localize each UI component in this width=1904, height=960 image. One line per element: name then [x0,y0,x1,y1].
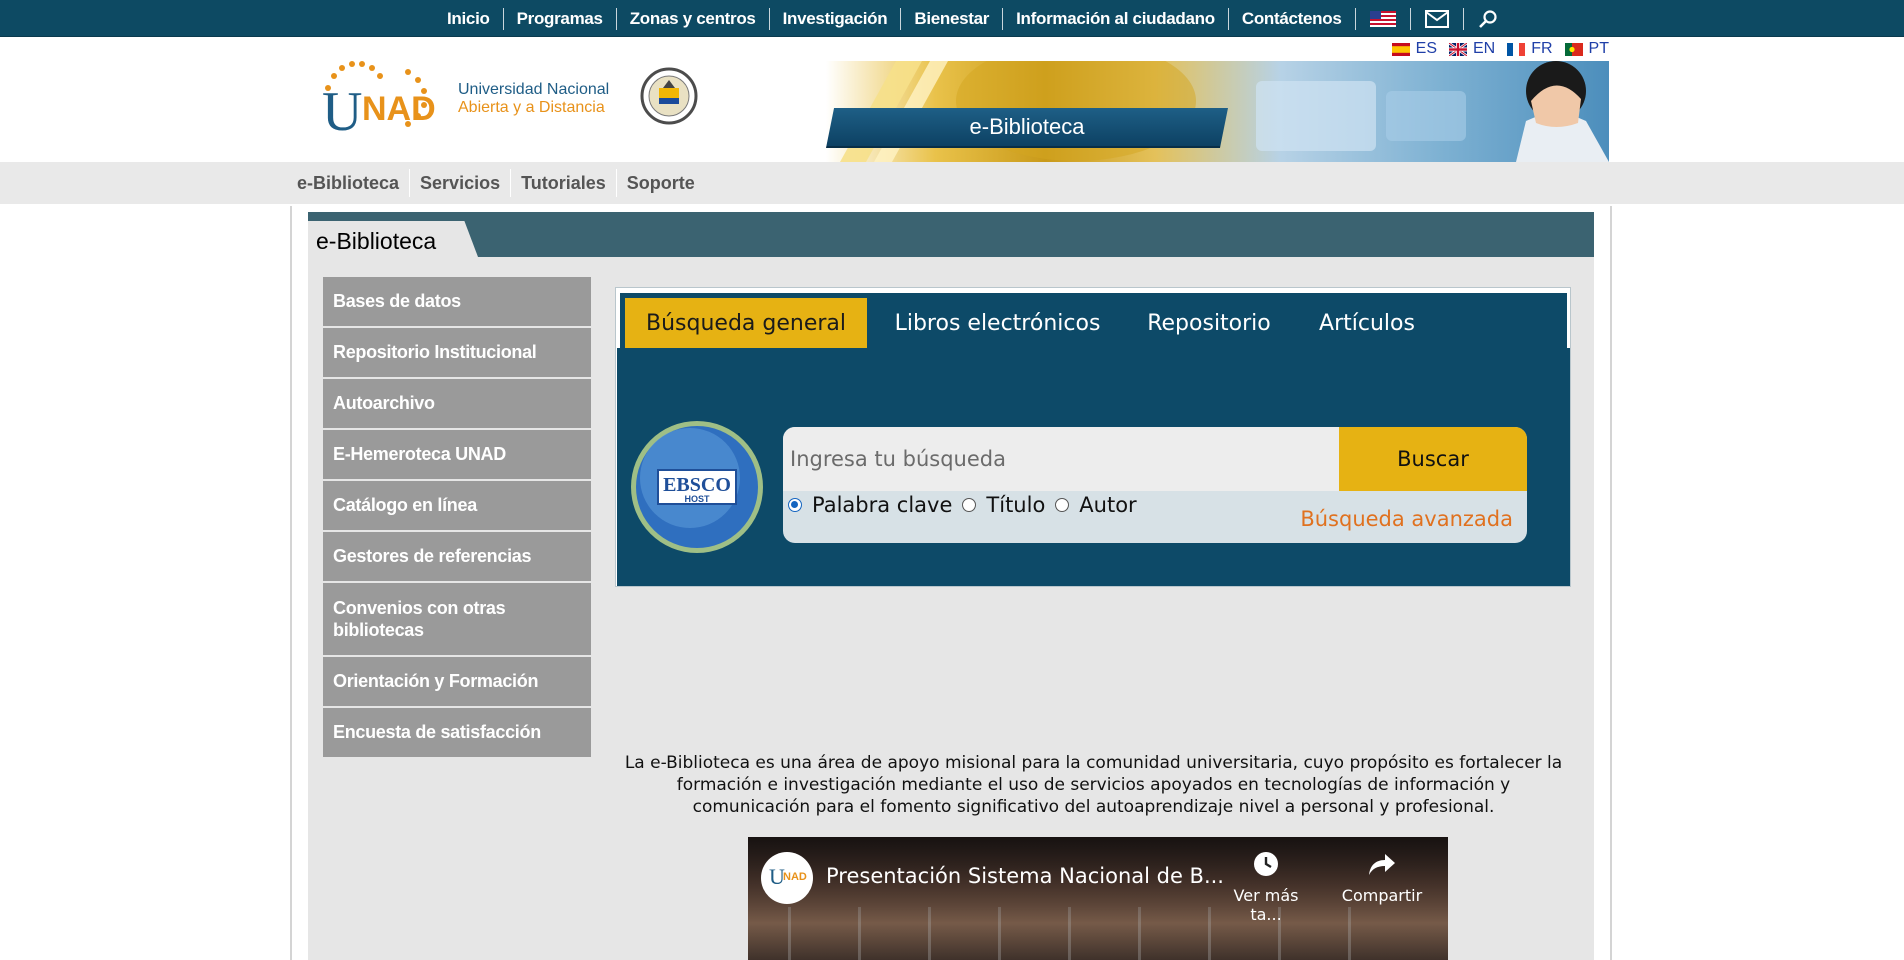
sidebar-item-orientacion[interactable]: Orientación y Formación [323,657,591,708]
search-input[interactable] [783,427,1339,491]
colombia-seal-icon [640,67,698,125]
sidebar-item-e-hemeroteca[interactable]: E-Hemeroteca UNAD [323,430,591,481]
search-options: Palabra clave Título Autor [788,493,1147,517]
sidebar-item-autoarchivo[interactable]: Autoarchivo [323,379,591,430]
search-icon[interactable] [1464,8,1512,30]
lang-pt[interactable]: PT [1564,40,1609,58]
description-text: La e-Biblioteca es una área de apoyo mis… [624,753,1563,817]
top-navigation-bar: Inicio Programas Zonas y centros Investi… [0,0,1904,37]
mail-icon[interactable] [1411,7,1464,30]
lang-pt-label: PT [1588,40,1609,57]
secondary-nav-list: e-Biblioteca Servicios Tutoriales Soport… [287,162,705,204]
sidebar-item-repositorio-institucional[interactable]: Repositorio Institucional [323,328,591,379]
topnav-bienestar[interactable]: Bienestar [901,7,1004,30]
tab-articulos[interactable]: Artículos [1303,298,1431,349]
topnav-inicio[interactable]: Inicio [434,7,504,30]
tab-libros-electronicos[interactable]: Libros electrónicos [880,298,1115,349]
radio-icon [1055,498,1070,512]
sidebar-item-encuesta[interactable]: Encuesta de satisfacción [323,708,591,759]
sidebar-item-bases-de-datos[interactable]: Bases de datos [323,277,591,328]
search-button[interactable]: Buscar [1339,427,1527,491]
logo-line2: Abierta y a Distancia [458,99,605,116]
ebsco-host-logo: EBSCO HOST [630,420,764,554]
share-label: Compartir [1341,886,1423,905]
option-titulo[interactable]: Título [962,493,1045,517]
clock-icon [1254,852,1278,876]
option-titulo-label: Título [986,493,1046,517]
topnav-programas[interactable]: Programas [504,7,617,30]
tab-busqueda-general[interactable]: Búsqueda general [625,298,867,349]
ebsco-host-text: HOST [684,494,710,504]
radio-icon [962,498,977,512]
spain-flag-icon [1391,42,1410,56]
sidebar-item-catalogo[interactable]: Catálogo en línea [323,481,591,532]
subnav-soporte[interactable]: Soporte [617,169,705,197]
section-header-bar [308,212,1594,257]
lang-fr[interactable]: FR [1507,40,1553,58]
logo-line1: Universidad Nacional [458,81,609,98]
lang-en-label: EN [1472,40,1496,57]
topnav-informacion-ciudadano[interactable]: Información al ciudadano [1003,7,1229,30]
subnav-e-biblioteca[interactable]: e-Biblioteca [287,169,411,197]
lang-fr-label: FR [1531,40,1553,57]
france-flag-icon [1507,42,1526,56]
svg-text:U: U [322,81,362,142]
watch-later-label: Ver más ta... [1233,886,1299,924]
video-title[interactable]: Presentación Sistema Nacional de B... [826,864,1224,888]
lang-es-label: ES [1415,40,1437,57]
option-autor-label: Autor [1079,493,1137,517]
subnav-servicios[interactable]: Servicios [410,169,512,197]
subnav-tutoriales[interactable]: Tutoriales [511,169,617,197]
unad-logo[interactable]: U NAD Universidad Nacional Abierta y a D… [320,58,700,143]
share-button[interactable]: Compartir [1336,850,1428,905]
secondary-nav-bar: e-Biblioteca Servicios Tutoriales Soport… [0,162,1904,204]
tab-repositorio[interactable]: Repositorio [1135,298,1283,349]
option-autor[interactable]: Autor [1055,493,1137,517]
ebsco-text: EBSCO [663,474,731,496]
uk-flag-icon [1448,42,1467,56]
option-palabra-clave-label: Palabra clave [812,493,953,517]
us-flag-icon[interactable] [1356,7,1411,30]
svg-text:NAD: NAD [783,871,807,883]
topnav-contactenos[interactable]: Contáctenos [1229,7,1356,30]
radio-selected-icon [788,498,802,512]
lang-es[interactable]: ES [1391,40,1437,58]
video-channel-avatar[interactable]: U NAD [761,852,813,904]
top-nav-list: Inicio Programas Zonas y centros Investi… [434,0,1512,37]
sidebar-menu: Bases de datos Repositorio Institucional… [323,277,591,759]
banner-title: e-Biblioteca [826,108,1228,148]
watch-later-button[interactable]: Ver más ta... [1216,850,1316,924]
svg-text:NAD: NAD [362,90,436,128]
lang-en[interactable]: EN [1448,40,1496,58]
option-palabra-clave[interactable]: Palabra clave [788,493,952,517]
advanced-search-link[interactable]: Búsqueda avanzada [1300,507,1513,531]
section-title: e-Biblioteca [316,228,437,254]
sidebar-item-gestores-referencias[interactable]: Gestores de referencias [323,532,591,583]
portugal-flag-icon [1564,42,1583,56]
sidebar-item-convenios[interactable]: Convenios con otras bibliotecas [323,583,591,657]
topnav-zonas-centros[interactable]: Zonas y centros [617,7,770,30]
share-arrow-icon [1369,854,1395,875]
language-selector: ES EN FR PT [1391,40,1609,58]
topnav-investigacion[interactable]: Investigación [770,7,902,30]
